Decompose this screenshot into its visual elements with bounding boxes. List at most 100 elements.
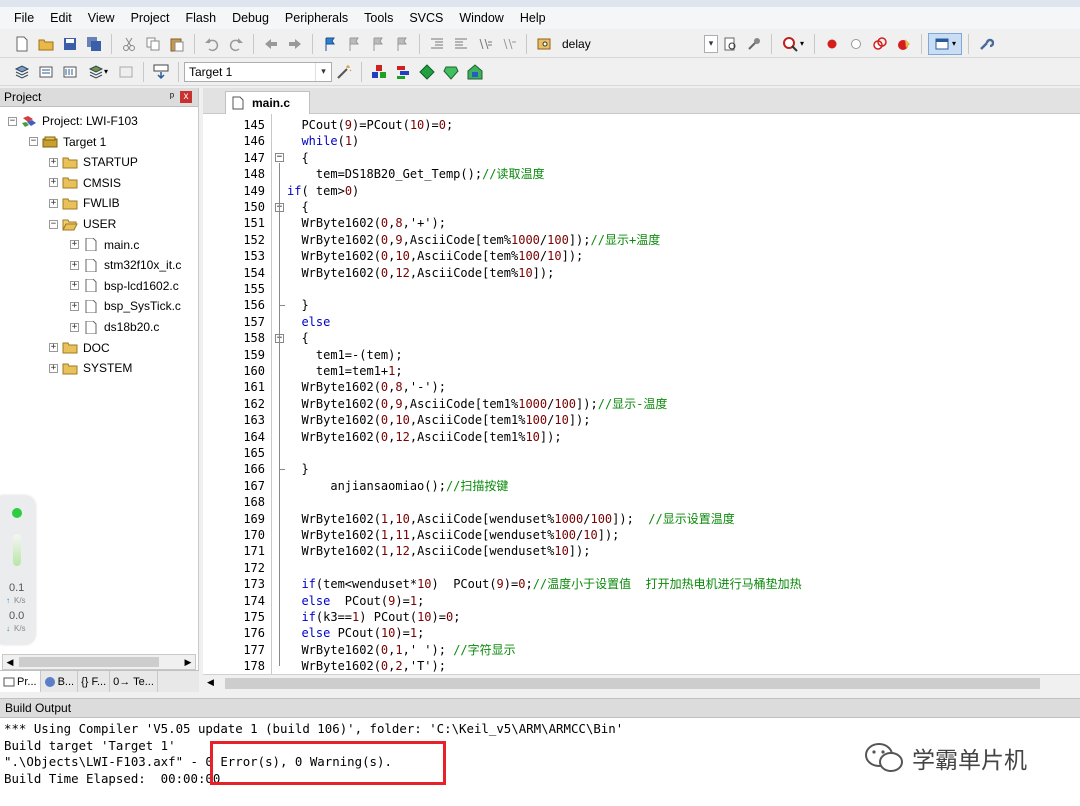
code-line[interactable]: PCout(9)=PCout(10)=0; (287, 117, 453, 133)
scroll-left-icon[interactable]: ◀ (3, 655, 17, 669)
scrollbar-thumb[interactable] (19, 657, 159, 667)
code-line[interactable]: tem1=tem1+1; (287, 363, 403, 379)
expand-icon[interactable]: + (49, 363, 58, 373)
build-button[interactable] (35, 61, 57, 83)
manage-rte-button[interactable] (392, 61, 414, 83)
incremental-find-button[interactable] (743, 33, 765, 55)
expand-icon[interactable]: + (70, 281, 79, 291)
tab-project[interactable]: Pr... (0, 671, 41, 692)
code-line[interactable]: else PCout(9)=1; (287, 593, 424, 609)
code-line[interactable]: else (287, 314, 330, 330)
target-options-button[interactable] (333, 61, 355, 83)
save-all-button[interactable] (83, 33, 105, 55)
find-in-files-button[interactable] (533, 33, 555, 55)
code-line[interactable]: WrByte1602(0,8,'-'); (287, 379, 446, 395)
code-line[interactable]: WrByte1602(1,12,AsciiCode[wenduset%10]); (287, 543, 590, 559)
tree-item-file[interactable]: + stm32f10x_it.c (70, 255, 181, 275)
code-line[interactable]: if( tem>0) (287, 183, 359, 199)
project-panel-scrollbar[interactable]: ◀ ▶ (2, 654, 196, 670)
code-line[interactable]: if(k3==1) PCout(10)=0; (287, 609, 460, 625)
tab-main-c[interactable]: main.c (225, 91, 310, 114)
scrollbar-thumb[interactable] (225, 678, 1040, 689)
navigate-back-button[interactable] (260, 33, 282, 55)
tree-item-project[interactable]: − Project: LWI-F103 (8, 111, 138, 131)
code-line[interactable]: while(1) (287, 133, 359, 149)
download-button[interactable] (150, 61, 172, 83)
bookmark-prev-button[interactable] (343, 33, 365, 55)
bookmark-next-button[interactable] (367, 33, 389, 55)
navigate-forward-button[interactable] (284, 33, 306, 55)
code-line[interactable]: WrByte1602(0,10,AsciiCode[tem1%100/10]); (287, 412, 590, 428)
menu-window[interactable]: Window (451, 7, 511, 29)
expand-icon[interactable]: + (49, 178, 58, 188)
find-dropdown[interactable]: ▾ (704, 34, 718, 54)
collapse-icon[interactable]: − (49, 219, 58, 229)
tab-templates[interactable]: 0→ Te... (110, 671, 158, 692)
code-line[interactable]: { (287, 150, 308, 166)
configure-button[interactable] (975, 33, 997, 55)
breakpoint-kill-all-button[interactable] (869, 33, 891, 55)
code-line[interactable]: WrByte1602(0,9,AsciiCode[tem1%1000/100])… (287, 396, 667, 412)
breakpoint-clear-button[interactable] (893, 33, 915, 55)
code-area[interactable]: 145 PCout(9)=PCout(10)=0; 146 while(1) 147… (203, 114, 1080, 674)
code-line[interactable]: WrByte1602(0,1,' '); //字符显示 (287, 642, 515, 658)
code-line[interactable]: { (287, 199, 308, 215)
window-layout-button[interactable]: ▾ (928, 32, 962, 55)
close-icon[interactable]: x (180, 91, 192, 103)
find-button[interactable] (719, 33, 741, 55)
expand-icon[interactable]: + (70, 240, 79, 250)
code-line[interactable]: if(tem<wenduset*10) PCout(9)=0;//温度小于设置值… (287, 576, 801, 592)
code-line[interactable]: tem1=-(tem); (287, 347, 403, 363)
cut-button[interactable] (118, 33, 140, 55)
code-line[interactable]: else PCout(10)=1; (287, 625, 424, 641)
code-line[interactable]: WrByte1602(0,12,AsciiCode[tem1%10]); (287, 429, 561, 445)
menu-project[interactable]: Project (123, 7, 178, 29)
new-file-button[interactable] (11, 33, 33, 55)
find-text[interactable]: delay (562, 37, 698, 51)
expand-icon[interactable]: + (49, 198, 58, 208)
breakpoint-disable-button[interactable] (845, 33, 867, 55)
expand-icon[interactable]: + (70, 301, 79, 311)
expand-icon[interactable]: + (49, 343, 58, 353)
tree-item-folder[interactable]: + SYSTEM (49, 358, 132, 378)
collapse-icon[interactable]: − (29, 137, 38, 147)
tab-books[interactable]: B... (41, 671, 79, 692)
code-line[interactable]: WrByte1602(0,12,AsciiCode[tem%10]); (287, 265, 554, 281)
fold-toggle-icon[interactable]: − (275, 153, 284, 163)
menu-tools[interactable]: Tools (356, 7, 401, 29)
batch-build-button[interactable]: ▾ (83, 61, 113, 83)
zoom-button[interactable]: ▾ (778, 33, 808, 55)
menu-debug[interactable]: Debug (224, 7, 277, 29)
expand-icon[interactable]: + (49, 157, 58, 167)
tree-item-folder[interactable]: + DOC (49, 338, 110, 358)
redo-button[interactable] (225, 33, 247, 55)
menu-file[interactable]: File (6, 7, 42, 29)
menu-peripherals[interactable]: Peripherals (277, 7, 356, 29)
bookmark-toggle-button[interactable] (319, 33, 341, 55)
tab-functions[interactable]: {} F... (78, 671, 111, 692)
tree-item-file[interactable]: + ds18b20.c (70, 317, 159, 337)
pin-icon[interactable]: ᵖ (170, 91, 174, 103)
pack-installer-button[interactable] (416, 61, 438, 83)
tree-item-file[interactable]: + bsp-lcd1602.c (70, 276, 179, 296)
code-line[interactable]: { (287, 330, 308, 346)
stop-build-button[interactable] (115, 61, 137, 83)
target-select[interactable]: Target 1 ▾ (184, 61, 332, 82)
scroll-right-icon[interactable]: ▶ (181, 655, 195, 669)
code-line[interactable]: WrByte1602(1,10,AsciiCode[wenduset%1000/… (287, 511, 734, 527)
tree-item-file[interactable]: + bsp_SysTick.c (70, 296, 181, 316)
tree-item-target[interactable]: − Target 1 (29, 132, 106, 152)
rebuild-button[interactable] (59, 61, 81, 83)
tree-item-folder[interactable]: + STARTUP (49, 152, 138, 172)
tree-item-folder[interactable]: + CMSIS (49, 173, 121, 193)
scroll-left-icon[interactable]: ◀ (207, 677, 214, 688)
indent-button[interactable] (426, 33, 448, 55)
code-line[interactable]: WrByte1602(1,11,AsciiCode[wenduset%100/1… (287, 527, 619, 543)
breakpoint-insert-button[interactable] (821, 33, 843, 55)
comment-button[interactable] (474, 33, 496, 55)
unindent-button[interactable] (450, 33, 472, 55)
network-speed-widget[interactable]: 0.1 ↑ K/s 0.0 ↓ K/s (0, 496, 35, 644)
menu-view[interactable]: View (80, 7, 123, 29)
menu-flash[interactable]: Flash (177, 7, 224, 29)
collapse-icon[interactable]: − (8, 116, 17, 126)
